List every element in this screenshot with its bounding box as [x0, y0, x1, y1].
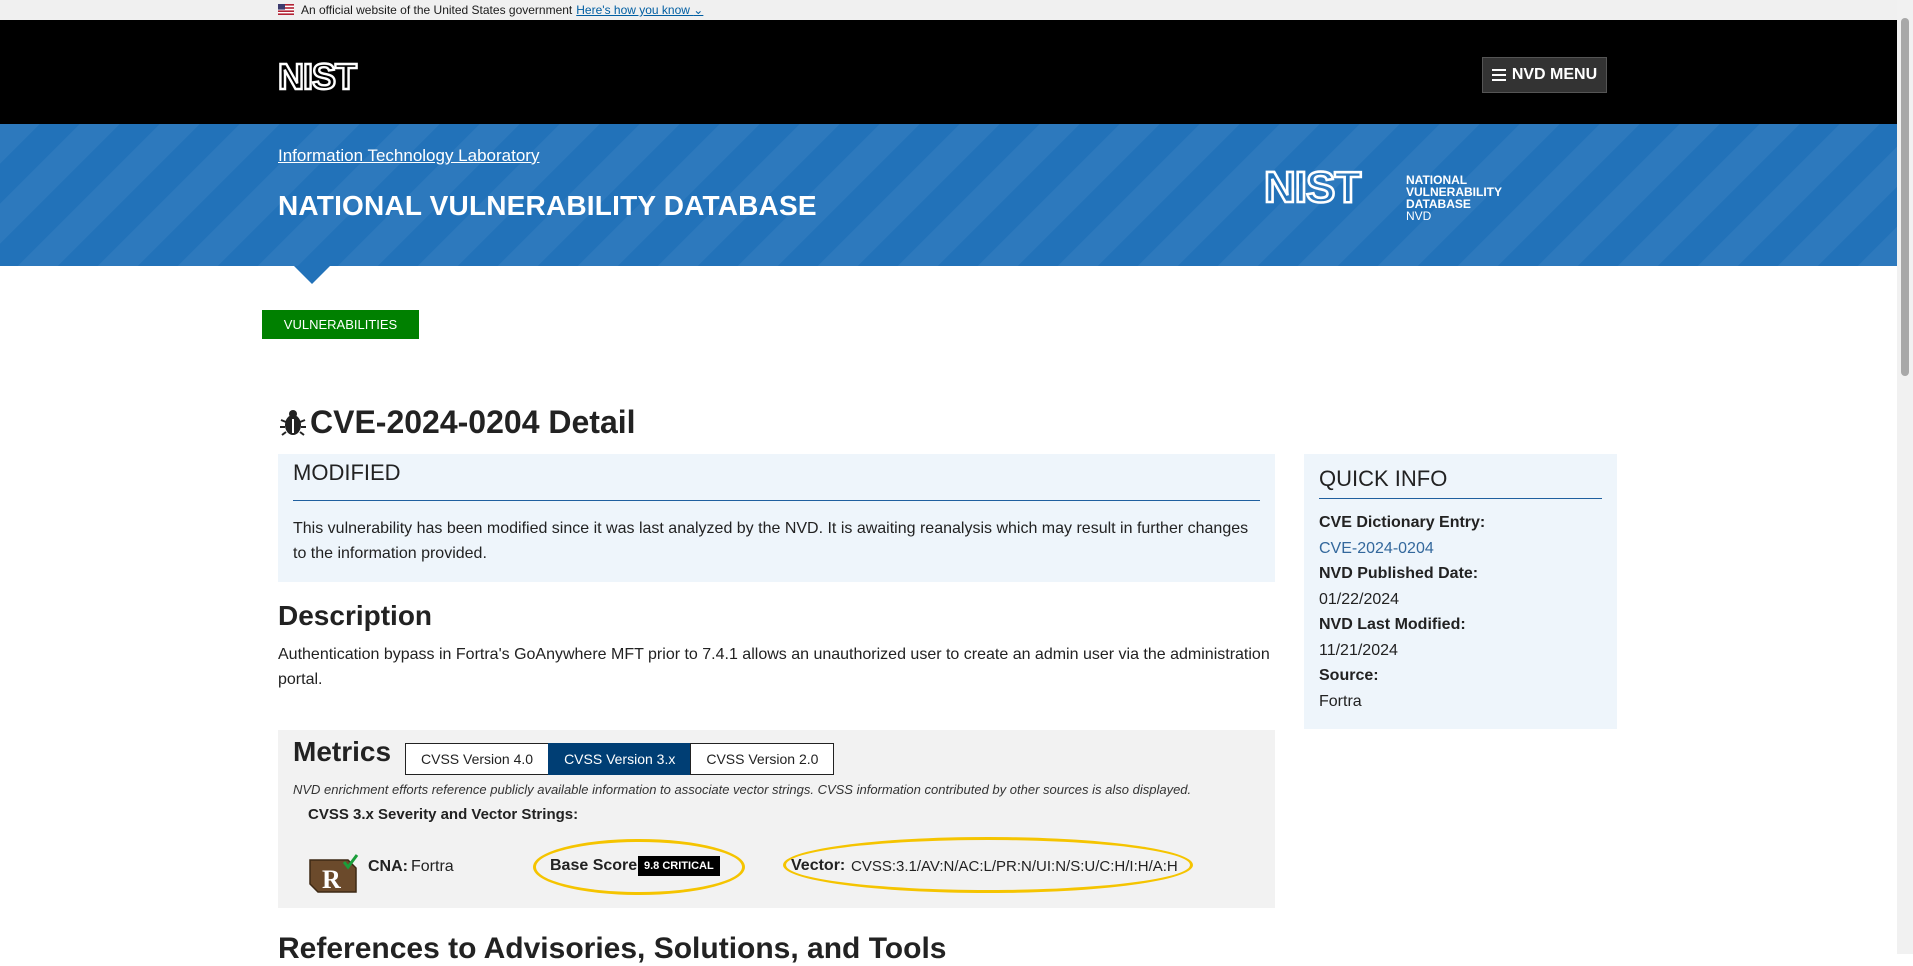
chevron-down-icon: ⌄ — [693, 3, 704, 17]
site-header: NIST NVD MENU — [0, 20, 1897, 124]
modified-body: This vulnerability has been modified sin… — [293, 520, 1249, 562]
gov-banner-label: An official website of the United States… — [301, 3, 573, 17]
metrics-panel: Metrics CVSS Version 4.0 CVSS Version 3.… — [278, 730, 1275, 908]
scrollbar-thumb[interactable] — [1901, 18, 1909, 376]
heres-how-you-know-label: Here's how you know — [576, 3, 690, 17]
banner-notch — [294, 266, 330, 284]
cvss-version-tabs: CVSS Version 4.0 CVSS Version 3.x CVSS V… — [405, 743, 835, 775]
quick-info-heading: QUICK INFO — [1319, 466, 1448, 491]
nvd-menu-button[interactable]: NVD MENU — [1482, 57, 1607, 93]
dictionary-entry-link[interactable]: CVE-2024-0204 — [1319, 536, 1602, 562]
quick-info-panel: QUICK INFO CVE Dictionary Entry: CVE-202… — [1304, 454, 1617, 729]
source-value: Fortra — [1319, 692, 1362, 710]
last-modified-label: NVD Last Modified: — [1319, 616, 1466, 633]
svg-text:NIST: NIST — [278, 60, 357, 92]
references-heading: References to Advisories, Solutions, and… — [278, 932, 947, 965]
vector-label: Vector: — [791, 857, 846, 874]
cna-badge-icon: R — [309, 854, 359, 894]
nist-nvd-wordmark: NIST — [1263, 162, 1364, 214]
nvd-logo[interactable]: NIST NATIONAL VULNERABILITY DATABASE NVD — [1263, 162, 1564, 222]
heres-how-you-know-link[interactable]: Here's how you know ⌄ — [576, 3, 703, 17]
tab-cvss-4[interactable]: CVSS Version 4.0 — [405, 743, 550, 775]
page-scrollbar[interactable] — [1897, 0, 1913, 954]
us-flag-icon — [278, 4, 294, 15]
metrics-note: NVD enrichment efforts reference publicl… — [293, 782, 1192, 797]
nvd-logo-line1: NATIONAL VULNERABILITY — [1406, 173, 1502, 199]
severity-heading: CVSS 3.x Severity and Vector Strings: — [308, 806, 579, 823]
hamburger-icon — [1491, 69, 1506, 81]
published-date-label: NVD Published Date: — [1319, 565, 1479, 582]
published-date-value: 01/22/2024 — [1319, 590, 1400, 608]
gov-banner: An official website of the United States… — [0, 0, 1897, 20]
tab-cvss-3x[interactable]: CVSS Version 3.x — [548, 743, 692, 775]
base-score-label: Base Score: — [550, 857, 643, 874]
source-label: Source: — [1319, 667, 1379, 684]
svg-text:R: R — [322, 865, 341, 894]
divider — [1319, 498, 1602, 499]
page-title: CVE-2024-0204 Detail — [278, 404, 636, 441]
base-score-badge[interactable]: 9.8 CRITICAL — [638, 856, 720, 876]
tab-cvss-2[interactable]: CVSS Version 2.0 — [690, 743, 835, 775]
quick-info-list: CVE Dictionary Entry: CVE-2024-0204 NVD … — [1319, 510, 1602, 714]
metrics-heading: Metrics — [293, 736, 392, 767]
divider — [293, 500, 1260, 501]
cve-title-text: CVE-2024-0204 Detail — [310, 404, 636, 440]
vulnerabilities-tab[interactable]: VULNERABILITIES — [262, 310, 419, 339]
last-modified-value: 11/21/2024 — [1319, 641, 1398, 659]
nvd-banner: Information Technology Laboratory NATION… — [0, 124, 1897, 266]
gov-banner-text: An official website of the United States… — [301, 2, 703, 18]
modified-notice: MODIFIED This vulnerability has been mod… — [278, 454, 1275, 582]
nvd-logo-text: NATIONAL VULNERABILITY DATABASE NVD — [1406, 174, 1564, 222]
vector-string[interactable]: CVSS:3.1/AV:N/AC:L/PR:N/UI:N/S:U/C:H/I:H… — [851, 858, 1178, 875]
dictionary-entry-label: CVE Dictionary Entry: — [1319, 514, 1486, 531]
itl-link[interactable]: Information Technology Laboratory — [278, 146, 539, 166]
bug-icon — [280, 409, 306, 436]
nvd-menu-label: NVD MENU — [1511, 66, 1598, 83]
nvd-title: NATIONAL VULNERABILITY DATABASE — [278, 190, 817, 221]
cna-label: CNA: — [368, 858, 408, 875]
description-text: Authentication bypass in Fortra's GoAnyw… — [278, 646, 1270, 688]
modified-heading: MODIFIED — [293, 460, 401, 485]
nvd-logo-line3: NVD — [1406, 209, 1432, 223]
description-heading: Description — [278, 600, 433, 631]
cna-value: Fortra — [411, 858, 454, 875]
nist-logo[interactable]: NIST — [278, 60, 388, 92]
svg-text:NIST: NIST — [1264, 164, 1361, 208]
